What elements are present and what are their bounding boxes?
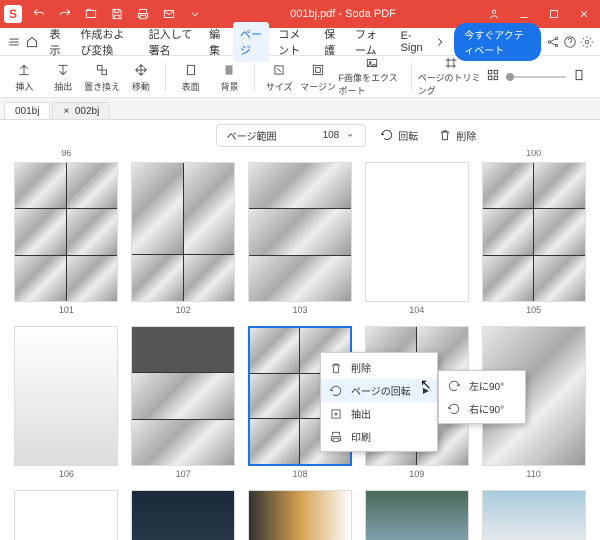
mail-icon[interactable] (160, 5, 178, 23)
tool-margin[interactable]: マージン (300, 58, 337, 96)
tab-001bj[interactable]: 001bj (4, 102, 50, 119)
redo-icon[interactable] (56, 5, 74, 23)
tool-exportimg[interactable]: F画像をエクスポート (338, 58, 404, 96)
rotate-left-icon (447, 379, 461, 393)
gear-icon[interactable] (579, 31, 594, 53)
rotate-left[interactable]: 左に90° (439, 374, 525, 397)
menu-comment[interactable]: コメント (271, 22, 315, 62)
page-number: 104 (409, 302, 424, 318)
page-thumb[interactable] (131, 326, 235, 466)
activate-button[interactable]: 今すぐアクティベート (454, 23, 541, 61)
maximize-button[interactable] (542, 4, 566, 24)
tool-trim[interactable]: ページのトリミング (418, 58, 484, 96)
open-icon[interactable] (82, 5, 100, 23)
save-icon[interactable] (108, 5, 126, 23)
separator (254, 63, 255, 91)
zoom-slider[interactable] (506, 76, 566, 78)
page-thumb[interactable] (131, 162, 235, 302)
rotate-button[interactable]: 回転 (374, 125, 424, 146)
page-number: 108 (292, 466, 307, 482)
menu-edit[interactable]: 編集 (202, 22, 231, 62)
delete-button[interactable]: 削除 (432, 125, 482, 146)
print-icon[interactable] (134, 5, 152, 23)
window-title: 001bj.pdf - Soda PDF (204, 8, 482, 20)
page-thumb[interactable] (482, 162, 586, 302)
ctx-print[interactable]: 印刷 (321, 425, 437, 448)
close-button[interactable] (572, 4, 596, 24)
page-number: 100 (526, 150, 541, 162)
view-single-icon[interactable] (572, 68, 586, 85)
separator (165, 63, 166, 91)
extract-icon (329, 407, 343, 421)
page-number: 109 (409, 466, 424, 482)
print-icon (329, 430, 343, 444)
menu-create[interactable]: 作成および変換 (73, 22, 139, 62)
page-number: 101 (59, 302, 74, 318)
chevron-down-icon[interactable] (186, 5, 204, 23)
ctx-extract[interactable]: 抽出 (321, 402, 437, 425)
page-thumb[interactable] (14, 326, 118, 466)
menu-protect[interactable]: 保護 (317, 22, 346, 62)
page-thumb[interactable] (248, 490, 352, 540)
rotate-right-icon (447, 402, 461, 416)
menu-sign[interactable]: 記入して署名 (142, 22, 201, 62)
rotate-submenu: 左に90° 右に90° (438, 370, 526, 424)
minimize-button[interactable] (512, 4, 536, 24)
tool-size[interactable]: サイズ (261, 58, 298, 96)
trash-icon (329, 361, 343, 375)
page-number: 103 (292, 302, 307, 318)
share-icon[interactable] (545, 31, 560, 53)
context-menu: 削除 ページの回転▶ 抽出 印刷 (320, 352, 438, 452)
hamburger-icon[interactable] (6, 30, 22, 54)
account-icon[interactable] (482, 4, 506, 24)
tool-front[interactable]: 表面 (172, 58, 209, 96)
page-thumb[interactable] (131, 490, 235, 540)
tool-move[interactable]: 移動 (122, 58, 159, 96)
rotate-icon (329, 384, 343, 398)
tool-back[interactable]: 背景 (211, 58, 248, 96)
page-thumb[interactable] (482, 490, 586, 540)
rotate-right[interactable]: 右に90° (439, 397, 525, 420)
page-number: 102 (176, 302, 191, 318)
chevron-right-icon[interactable] (432, 30, 448, 54)
page-thumb[interactable] (365, 162, 469, 302)
menu-pages[interactable]: ページ (233, 22, 269, 62)
page-thumb[interactable] (14, 490, 118, 540)
tool-extract[interactable]: 抽出 (45, 58, 82, 96)
page-number: 107 (176, 466, 191, 482)
menu-display[interactable]: 表示 (43, 22, 72, 62)
menu-esign[interactable]: E-Sign (394, 26, 430, 58)
page-thumb[interactable] (14, 162, 118, 302)
page-range-dropdown[interactable]: ページ範囲 108 (216, 124, 367, 147)
page-number: 110 (526, 466, 540, 482)
page-number: 96 (61, 150, 71, 162)
mouse-cursor: ↖ (420, 376, 432, 393)
tab-002bj[interactable]: × 002bj (52, 102, 110, 119)
undo-icon[interactable] (30, 5, 48, 23)
page-number: 105 (526, 302, 541, 318)
home-icon[interactable] (24, 30, 40, 54)
help-icon[interactable] (562, 31, 577, 53)
page-number: 106 (59, 466, 74, 482)
separator (411, 63, 412, 91)
view-grid-icon[interactable] (486, 68, 500, 85)
app-logo: S (4, 5, 22, 23)
page-thumb[interactable] (365, 490, 469, 540)
tool-replace[interactable]: 置き換え (84, 58, 121, 96)
tool-insert[interactable]: 挿入 (6, 58, 43, 96)
page-thumb[interactable] (248, 162, 352, 302)
